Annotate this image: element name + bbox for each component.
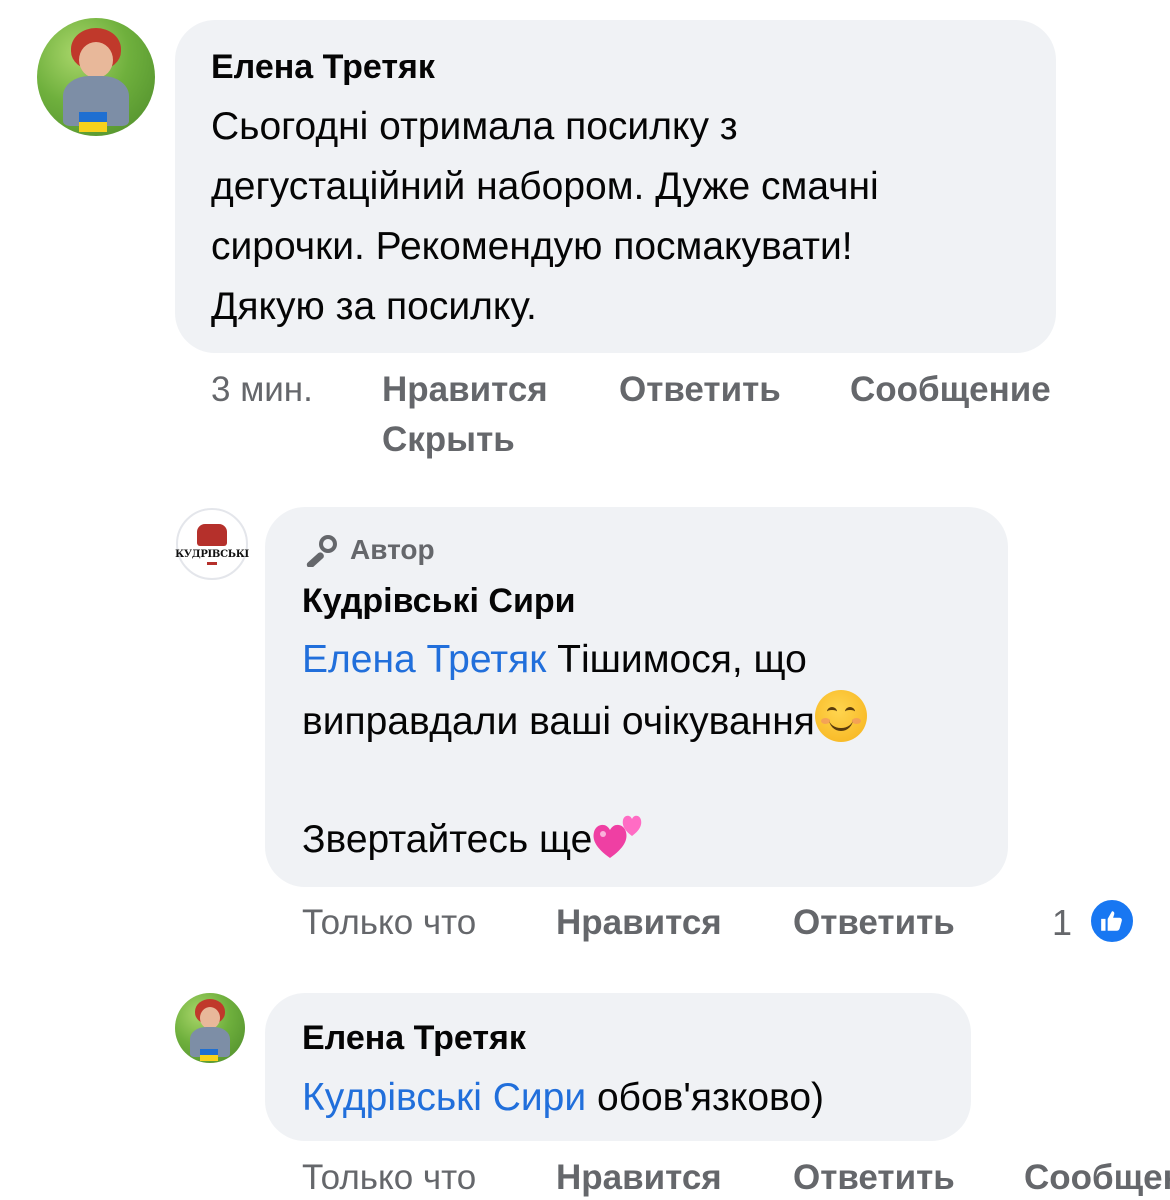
like-icon[interactable] bbox=[1088, 897, 1136, 945]
reply-text-line2: виправдали ваші очікування bbox=[302, 690, 867, 752]
reply-text: Звертайтесь ще bbox=[302, 818, 593, 861]
ukraine-flag-icon bbox=[200, 1049, 218, 1061]
like-count[interactable]: 1 bbox=[1052, 902, 1072, 944]
comment-text-line: дегустаційний набором. Дуже смачні bbox=[211, 165, 879, 208]
avatar-face bbox=[200, 1007, 220, 1029]
reply-text: Тішимося, що bbox=[546, 638, 807, 681]
logo-text: КУДРІВСЬКІ bbox=[175, 548, 249, 560]
like-button[interactable]: Нравится bbox=[556, 1158, 722, 1198]
reply-text: обов'язково) bbox=[586, 1076, 824, 1119]
reply-text-line3: Звертайтесь ще bbox=[302, 810, 648, 870]
reply-timestamp: Только что bbox=[302, 903, 477, 942]
avatar-elena[interactable] bbox=[175, 993, 245, 1063]
like-button[interactable]: Нравится bbox=[382, 370, 548, 410]
comment-author[interactable]: Елена Третяк bbox=[211, 48, 435, 87]
two-hearts-emoji bbox=[592, 810, 648, 862]
logo-underline bbox=[207, 561, 217, 565]
avatar-face bbox=[79, 42, 113, 78]
reply-timestamp: Только что bbox=[302, 1158, 477, 1197]
avatar-elena[interactable] bbox=[37, 18, 155, 136]
author-badge-label: Автор bbox=[350, 534, 435, 565]
comment-text-line: Сьогодні отримала посилку з bbox=[211, 105, 738, 148]
reply-text-line: Кудрівські Сири обов'язково) bbox=[302, 1068, 824, 1128]
message-button[interactable]: Сообщение bbox=[1024, 1158, 1170, 1198]
reply-text-line1: Елена Третяк Тішимося, що bbox=[302, 630, 807, 690]
mention-link[interactable]: Елена Третяк bbox=[302, 638, 546, 681]
reply-author[interactable]: Елена Третяк bbox=[302, 1019, 526, 1058]
reply-author[interactable]: Кудрівські Сири bbox=[302, 582, 576, 621]
like-button[interactable]: Нравится bbox=[556, 903, 722, 943]
mention-link[interactable]: Кудрівські Сири bbox=[302, 1076, 586, 1119]
ukraine-flag-icon bbox=[79, 112, 107, 132]
logo-cow-icon bbox=[197, 523, 227, 546]
comment-text-line: сирочки. Рекомендую посмакувати! bbox=[211, 225, 853, 268]
reply-text: виправдали ваші очікування bbox=[302, 700, 815, 743]
reply-button[interactable]: Ответить bbox=[793, 1158, 955, 1198]
smile-emoji bbox=[814, 690, 867, 742]
avatar-kudrivski-logo[interactable]: КУДРІВСЬКІ bbox=[175, 508, 249, 580]
reply-button[interactable]: Ответить bbox=[619, 370, 781, 410]
message-button[interactable]: Сообщение bbox=[850, 370, 1051, 410]
hide-button[interactable]: Скрыть bbox=[382, 420, 515, 460]
comment-timestamp: 3 мин. bbox=[211, 370, 313, 409]
reply-button[interactable]: Ответить bbox=[793, 903, 955, 943]
author-badge: Автор bbox=[302, 533, 435, 567]
comment-text-line: Дякую за посилку. bbox=[211, 285, 537, 328]
mic-icon bbox=[306, 535, 337, 567]
